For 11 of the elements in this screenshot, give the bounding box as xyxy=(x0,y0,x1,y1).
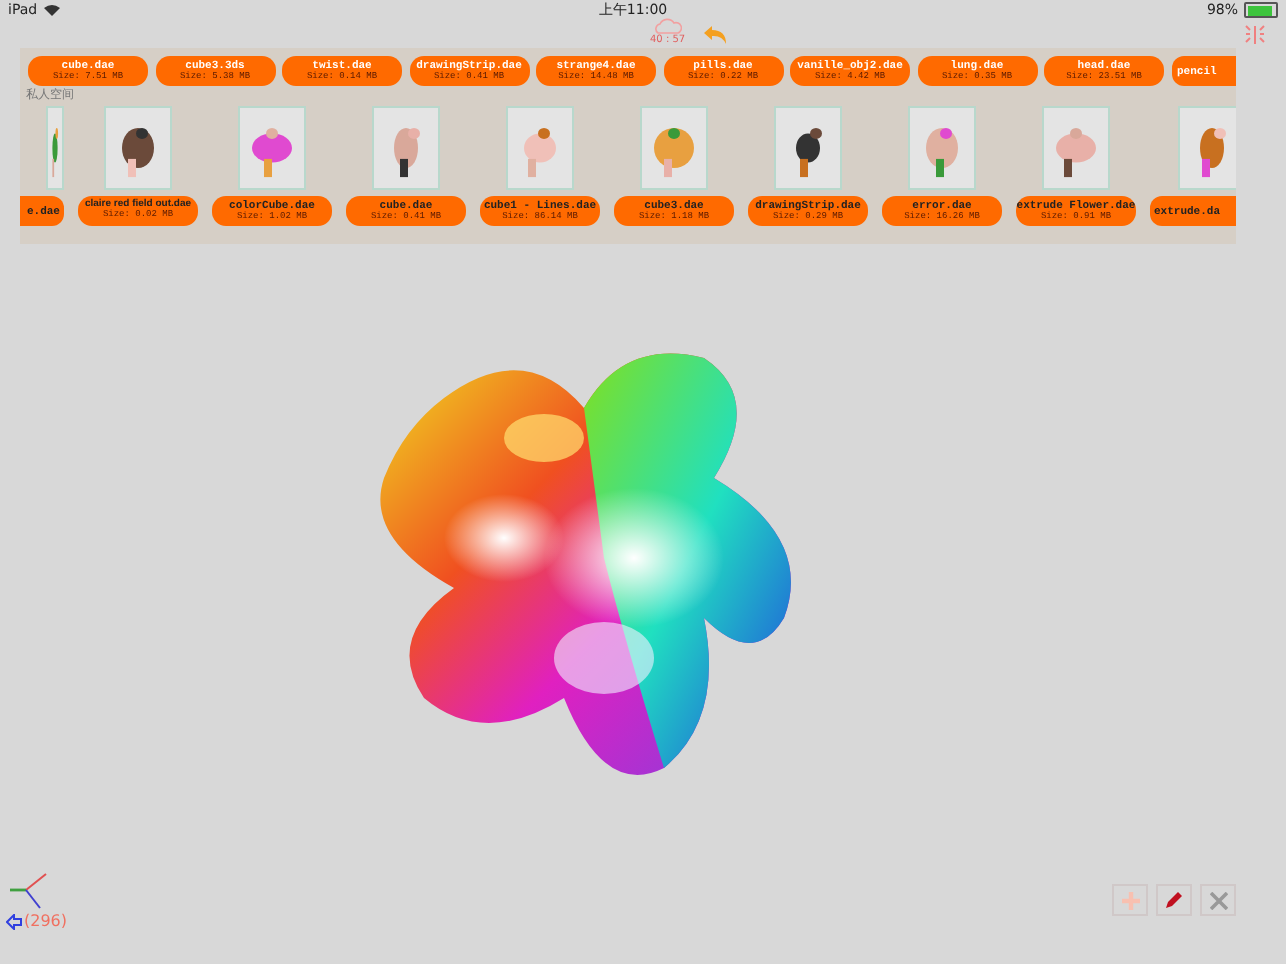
cloud-icon xyxy=(653,18,682,34)
close-button[interactable] xyxy=(1200,884,1236,916)
battery-icon xyxy=(1244,2,1278,18)
close-icon xyxy=(1209,891,1227,909)
item-count: (296) xyxy=(24,912,68,930)
wifi-icon xyxy=(43,4,60,16)
back-arrow-icon[interactable] xyxy=(6,913,22,929)
plus-icon xyxy=(1121,891,1139,909)
undo-icon[interactable] xyxy=(701,23,730,45)
edit-button[interactable] xyxy=(1156,884,1192,916)
pencil-icon xyxy=(1164,890,1184,910)
